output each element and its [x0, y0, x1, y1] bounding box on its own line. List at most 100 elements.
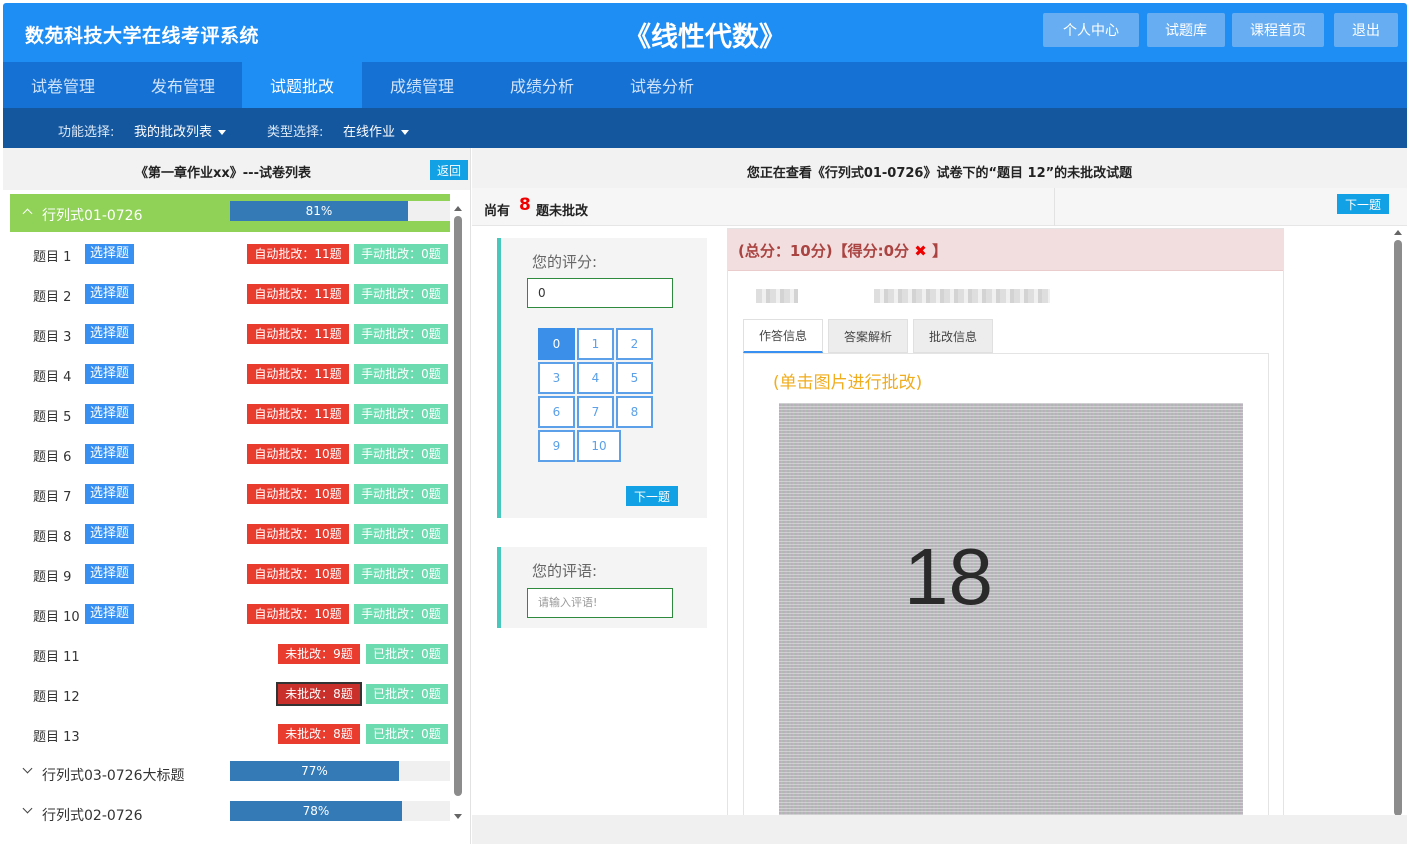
scroll-up-arrow[interactable] — [454, 206, 462, 211]
score-key-7[interactable]: 7 — [577, 396, 614, 428]
horizontal-scrollbar[interactable] — [472, 815, 1407, 844]
question-bank-button[interactable]: 试题库 — [1147, 13, 1225, 47]
nav-grading[interactable]: 试题批改 — [242, 62, 362, 108]
question-row[interactable]: 题目 10 选择题 自动批改：10题 手动批改：0题 — [10, 594, 450, 634]
score-key-8[interactable]: 8 — [616, 396, 653, 428]
auto-graded-tag[interactable]: 自动批改：10题 — [247, 484, 349, 504]
chevron-down-icon — [22, 803, 33, 814]
manual-graded-tag[interactable]: 手动批改：0题 — [354, 284, 448, 304]
question-name: 题目 5 — [33, 410, 72, 425]
question-type-badge: 选择题 — [85, 444, 135, 464]
manual-graded-tag[interactable]: 手动批改：0题 — [354, 364, 448, 384]
manual-graded-tag[interactable]: 手动批改：0题 — [354, 524, 448, 544]
paper-item-1[interactable]: 行列式03-0726大标题 77% — [10, 754, 450, 792]
manual-graded-tag[interactable]: 手动批改：0题 — [354, 444, 448, 464]
question-type-badge: 选择题 — [85, 524, 135, 544]
question-row[interactable]: 题目 1 选择题 自动批改：11题 手动批改：0题 — [10, 234, 450, 274]
question-row[interactable]: 题目 5 选择题 自动批改：11题 手动批改：0题 — [10, 394, 450, 434]
graded-tag[interactable]: 已批改：0题 — [366, 644, 448, 664]
manual-graded-tag[interactable]: 手动批改：0题 — [354, 404, 448, 424]
score-key-6[interactable]: 6 — [538, 396, 575, 428]
scroll-down-arrow[interactable] — [454, 814, 462, 819]
auto-graded-tag[interactable]: 自动批改：10题 — [247, 564, 349, 584]
brand-title: 数苑科技大学在线考评系统 — [25, 25, 260, 47]
ungraded-tag[interactable]: 未批改：8题 — [278, 684, 360, 704]
right-scrollbar[interactable] — [1394, 240, 1402, 816]
paper-item-0[interactable]: 行列式01-0726 81% — [10, 194, 450, 232]
question-row[interactable]: 题目 13 未批改：8题 已批改：0题 — [10, 714, 450, 754]
auto-graded-tag[interactable]: 自动批改：11题 — [247, 404, 349, 424]
type-dropdown[interactable]: 在线作业 — [343, 121, 410, 140]
auto-graded-tag[interactable]: 自动批改：11题 — [247, 324, 349, 344]
question-type-badge: 选择题 — [85, 324, 135, 344]
ungraded-tag[interactable]: 未批改：9题 — [278, 644, 360, 664]
tab-grading-info[interactable]: 批改信息 — [913, 319, 993, 353]
paper-item-2[interactable]: 行列式02-0726 78% — [10, 794, 450, 832]
score-key-0[interactable]: 0 — [538, 328, 575, 360]
question-name: 题目 13 — [33, 730, 80, 745]
paper-name: 行列式02-0726 — [42, 808, 143, 824]
nav-publish-management[interactable]: 发布管理 — [123, 62, 243, 108]
question-row[interactable]: 题目 9 选择题 自动批改：10题 手动批改：0题 — [10, 554, 450, 594]
auto-graded-tag[interactable]: 自动批改：11题 — [247, 284, 349, 304]
question-row[interactable]: 题目 4 选择题 自动批改：11题 手动批改：0题 — [10, 354, 450, 394]
paper-name: 行列式01-0726 — [42, 208, 143, 224]
question-row[interactable]: 题目 11 未批改：9题 已批改：0题 — [10, 634, 450, 674]
function-dropdown[interactable]: 我的批改列表 — [134, 121, 227, 140]
manual-graded-tag[interactable]: 手动批改：0题 — [354, 244, 448, 264]
auto-graded-tag[interactable]: 自动批改：11题 — [247, 364, 349, 384]
question-row[interactable]: 题目 12 未批改：8题 已批改：0题 — [10, 674, 450, 714]
next-button[interactable]: 下一题 — [626, 486, 678, 506]
auto-graded-tag[interactable]: 自动批改：10题 — [247, 604, 349, 624]
graded-tag[interactable]: 已批改：0题 — [366, 684, 448, 704]
question-row[interactable]: 题目 3 选择题 自动批改：11题 手动批改：0题 — [10, 314, 450, 354]
score-key-9[interactable]: 9 — [538, 430, 575, 462]
scroll-up-arrow[interactable] — [1394, 230, 1402, 235]
nav-paper-analysis[interactable]: 试卷分析 — [602, 62, 722, 108]
manual-graded-tag[interactable]: 手动批改：0题 — [354, 484, 448, 504]
ungraded-tag[interactable]: 未批改：8题 — [278, 724, 360, 744]
nav-score-management[interactable]: 成绩管理 — [362, 62, 482, 108]
logout-button[interactable]: 退出 — [1334, 13, 1398, 47]
progress-label: 78% — [302, 804, 330, 818]
next-question-button[interactable]: 下一题 — [1337, 194, 1389, 214]
manual-graded-tag[interactable]: 手动批改：0题 — [354, 324, 448, 344]
chevron-down-icon — [401, 130, 410, 135]
answer-photo[interactable]: 18 — [779, 403, 1243, 843]
score-key-5[interactable]: 5 — [616, 362, 653, 394]
question-name: 题目 8 — [33, 530, 72, 545]
question-row[interactable]: 题目 2 选择题 自动批改：11题 手动批改：0题 — [10, 274, 450, 314]
auto-graded-tag[interactable]: 自动批改：11题 — [247, 244, 349, 264]
manual-graded-tag[interactable]: 手动批改：0题 — [354, 604, 448, 624]
question-name: 题目 9 — [33, 570, 72, 585]
score-key-10[interactable]: 10 — [577, 430, 621, 462]
back-button[interactable]: 返回 — [430, 160, 468, 180]
auto-graded-tag[interactable]: 自动批改：10题 — [247, 524, 349, 544]
progress-bar: 78% — [230, 801, 450, 821]
comment-input[interactable]: 请输入评语! — [527, 588, 673, 618]
tab-answer-analysis[interactable]: 答案解析 — [828, 319, 908, 353]
score-key-3[interactable]: 3 — [538, 362, 575, 394]
nav-score-analysis[interactable]: 成绩分析 — [482, 62, 602, 108]
nav-paper-management[interactable]: 试卷管理 — [3, 62, 123, 108]
score-key-4[interactable]: 4 — [577, 362, 614, 394]
question-name: 题目 6 — [33, 450, 72, 465]
question-row[interactable]: 题目 7 选择题 自动批改：10题 手动批改：0题 — [10, 474, 450, 514]
grading-header: 您正在查看《行列式01-0726》试卷下的“题目 12”的未批改试题 — [472, 148, 1407, 188]
profile-button[interactable]: 个人中心 — [1043, 13, 1139, 47]
manual-graded-tag[interactable]: 手动批改：0题 — [354, 564, 448, 584]
question-row[interactable]: 题目 8 选择题 自动批改：10题 手动批改：0题 — [10, 514, 450, 554]
graded-tag[interactable]: 已批改：0题 — [366, 724, 448, 744]
divider — [1054, 188, 1055, 226]
left-scrollbar[interactable] — [454, 216, 462, 796]
score-key-1[interactable]: 1 — [577, 328, 614, 360]
score-input[interactable]: 0 — [527, 278, 673, 308]
question-type-badge: 选择题 — [85, 404, 135, 424]
grading-panel: 您正在查看《行列式01-0726》试卷下的“题目 12”的未批改试题 尚有 8 … — [472, 148, 1407, 844]
score-key-2[interactable]: 2 — [616, 328, 653, 360]
question-row[interactable]: 题目 6 选择题 自动批改：10题 手动批改：0题 — [10, 434, 450, 474]
course-home-button[interactable]: 课程首页 — [1232, 13, 1324, 47]
type-label: 类型选择: — [267, 125, 324, 140]
tab-answer-info[interactable]: 作答信息 — [743, 319, 823, 353]
auto-graded-tag[interactable]: 自动批改：10题 — [247, 444, 349, 464]
